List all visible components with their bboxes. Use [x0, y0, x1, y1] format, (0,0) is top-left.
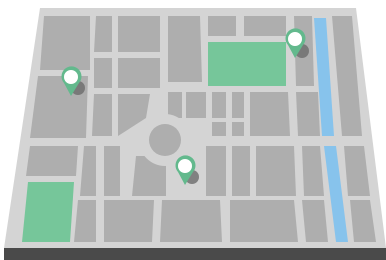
city-block [186, 92, 206, 118]
park-bottom-left [22, 182, 74, 242]
city-block [296, 92, 320, 136]
city-block [206, 146, 226, 196]
city-block [302, 200, 328, 242]
city-block [250, 92, 290, 136]
city-block [168, 92, 182, 118]
city-block [104, 146, 120, 196]
city-block [208, 16, 236, 36]
city-block [40, 16, 90, 70]
city-block [256, 146, 296, 196]
city-block [212, 122, 226, 136]
pin-center [62, 68, 80, 86]
city-block [92, 94, 112, 136]
pin-center [286, 30, 304, 48]
city-block [212, 92, 226, 118]
city-block [94, 58, 112, 88]
map-edge [4, 248, 386, 260]
city-block [104, 200, 154, 242]
city-block [160, 200, 222, 242]
city-block [232, 146, 250, 196]
city-block [232, 92, 244, 118]
city-block [26, 146, 78, 176]
city-block [244, 16, 286, 36]
city-block [94, 16, 112, 52]
city-map [4, 8, 386, 260]
city-block [118, 16, 160, 52]
city-block [118, 58, 160, 88]
city-block [230, 200, 298, 242]
pin-center [176, 157, 194, 175]
city-block [232, 122, 244, 136]
city-block [168, 16, 202, 82]
park-top [208, 42, 286, 86]
roundabout-island [149, 124, 181, 156]
